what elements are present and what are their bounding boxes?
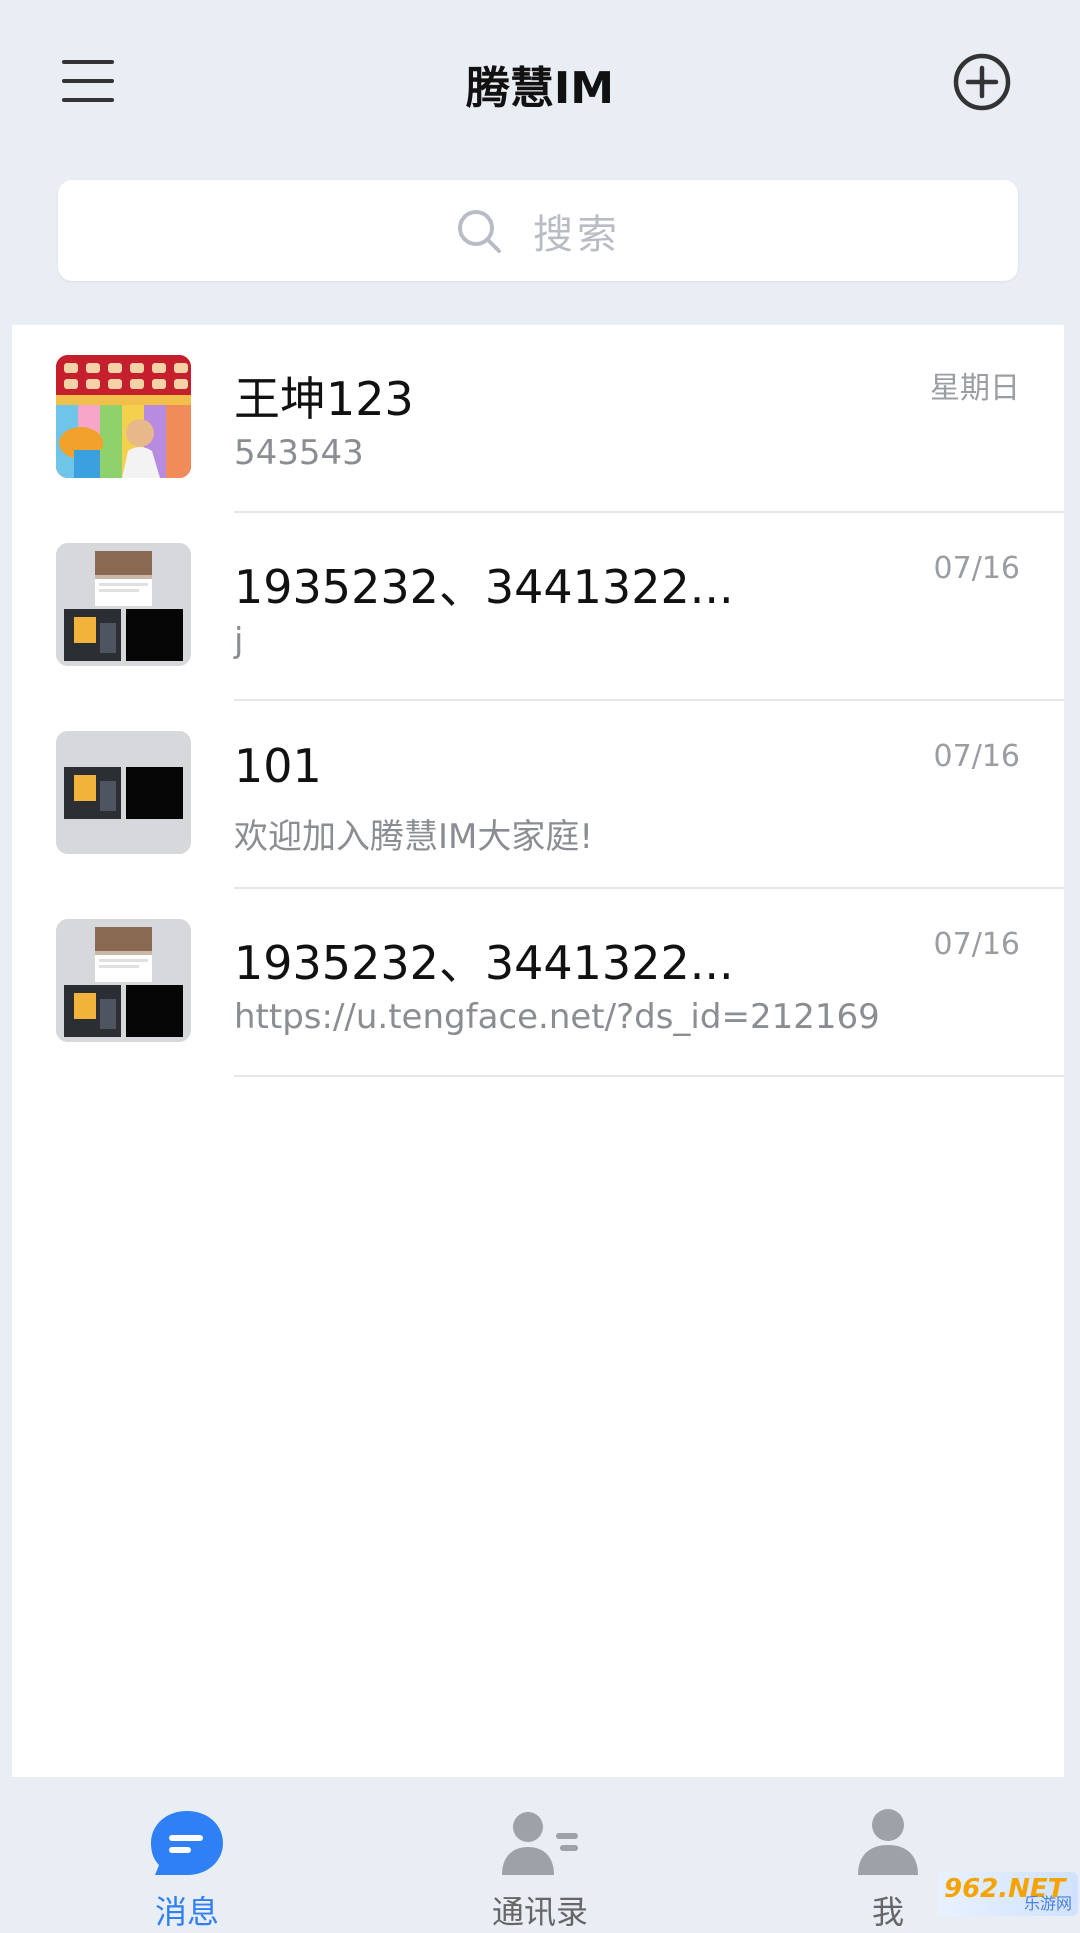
- conversation-name: 1935232、3441322...: [234, 560, 734, 614]
- conversation-name: 1935232、3441322...: [234, 936, 734, 990]
- tab-contacts[interactable]: 通讯录: [440, 1777, 640, 1931]
- profile-icon: [858, 1809, 918, 1875]
- site-watermark: 962.NET 乐游网: [938, 1872, 1078, 1916]
- divider: [234, 1075, 1064, 1077]
- last-message-time: 星期日: [930, 371, 1020, 406]
- conversation-name: 101: [234, 739, 322, 793]
- page-title: 腾慧IM: [465, 63, 615, 114]
- last-message-time: 07/16: [933, 739, 1020, 774]
- top-app-bar: 腾慧IM: [0, 0, 1080, 180]
- last-message-preview: 欢迎加入腾慧IM大家庭!: [234, 817, 593, 857]
- tab-label: 通讯录: [491, 1893, 588, 1931]
- last-message-preview: 543543: [234, 433, 364, 473]
- contacts-icon: [502, 1812, 578, 1875]
- watermark-subtext: 乐游网: [1023, 1894, 1072, 1913]
- add-circle-icon[interactable]: [952, 52, 1012, 112]
- conversation-item[interactable]: 1935232、3441322... https://u.tengface.ne…: [12, 889, 1064, 1077]
- group-avatar: [56, 731, 191, 854]
- conversation-item[interactable]: 101 欢迎加入腾慧IM大家庭! 07/16: [12, 701, 1064, 889]
- avatar: [56, 355, 191, 478]
- search-icon: [458, 209, 501, 253]
- conversation-list: 王坤123 543543 星期日 1935232、3441322... j 07…: [12, 325, 1064, 1777]
- last-message-preview: https://u.tengface.net/?ds_id=212169: [234, 997, 880, 1037]
- tab-messages[interactable]: 消息: [87, 1777, 287, 1931]
- group-avatar: [56, 543, 191, 666]
- search-bar[interactable]: 搜索: [58, 180, 1018, 281]
- tab-label: 消息: [154, 1893, 219, 1931]
- conversation-name: 王坤123: [234, 372, 414, 426]
- conversation-item[interactable]: 1935232、3441322... j 07/16: [12, 513, 1064, 701]
- message-icon: [151, 1811, 223, 1875]
- conversation-item[interactable]: 王坤123 543543 星期日: [12, 325, 1064, 513]
- last-message-preview: j: [234, 621, 244, 661]
- bottom-tab-bar: 消息 通讯录 我: [0, 1777, 1080, 1931]
- last-message-time: 07/16: [933, 927, 1020, 962]
- group-avatar: [56, 919, 191, 1042]
- search-placeholder: 搜索: [533, 211, 621, 258]
- last-message-time: 07/16: [933, 551, 1020, 586]
